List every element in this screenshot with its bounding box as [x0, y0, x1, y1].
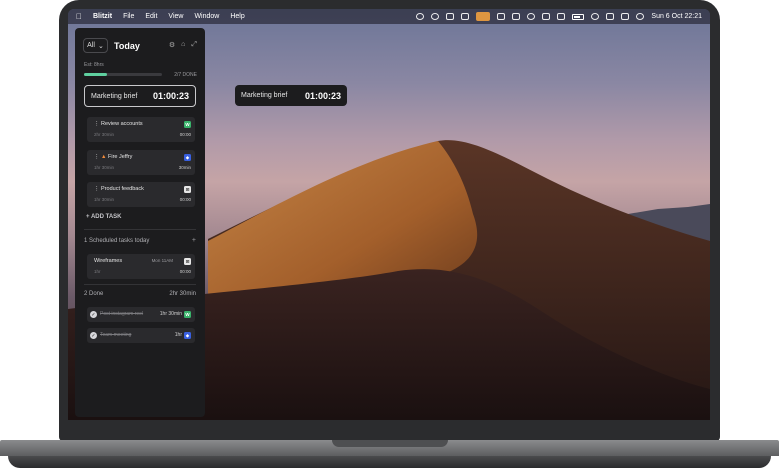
blitzit-panel: All ⌄ Today ⚙ ⌂ ⤢ Est: 8hrs 2/7 DONE Mar…: [75, 28, 205, 417]
clock-icon[interactable]: [446, 13, 455, 20]
settings-icon[interactable]: ⚙: [169, 41, 175, 49]
task-item[interactable]: ⋮ Review accounts W 2hr 30min 00:00: [87, 117, 195, 142]
panel-toolbar: ⚙ ⌂ ⤢: [169, 41, 197, 49]
task-name: Team meeting: [100, 332, 132, 338]
menubar-clock[interactable]: Sun 6 Oct 22:21: [651, 13, 702, 20]
gear-icon[interactable]: [431, 13, 440, 20]
done-header: 2 Done: [84, 291, 104, 297]
floating-timer[interactable]: Marketing brief 01:00:23: [235, 85, 347, 106]
battery-icon[interactable]: [572, 13, 585, 20]
task-duration: 30min: [178, 165, 191, 170]
task-app-icon: ◆: [184, 332, 191, 339]
menu-edit[interactable]: Edit: [145, 13, 157, 20]
floating-task-name: Marketing brief: [241, 92, 288, 99]
task-estimate: 1hr: [94, 269, 101, 274]
task-estimate: 2hr 30min: [94, 132, 115, 137]
current-task-card[interactable]: Marketing brief 01:00:23: [84, 85, 196, 107]
laptop-base: [0, 440, 779, 471]
menu-app-name[interactable]: Blitzit: [93, 13, 112, 20]
task-name: Post instagram reel: [100, 311, 144, 317]
app-icon[interactable]: [512, 13, 521, 20]
task-duration: 00:00: [179, 269, 191, 274]
done-task-item[interactable]: ✓ Team meeting 1hr ◆: [87, 328, 195, 343]
display-icon[interactable]: [542, 13, 551, 20]
laptop-notch: [332, 440, 448, 447]
scheduled-task-item[interactable]: Wireframes Mon 11AM ⊞ 1hr 00:00: [87, 254, 195, 279]
task-app-icon: W: [184, 311, 191, 318]
menu-bar:  Blitzit File Edit View Window Help: [68, 9, 710, 24]
task-estimate: 1hr 30min: [94, 197, 115, 202]
time-estimate: Est: 8hrs: [84, 62, 104, 68]
people-icon[interactable]: [497, 13, 506, 20]
home-icon[interactable]: ⌂: [181, 41, 185, 49]
task-app-icon: ⊞: [184, 186, 191, 193]
laptop-frame:  Blitzit File Edit View Window Help: [0, 0, 779, 471]
filter-dropdown[interactable]: All ⌄: [83, 38, 108, 53]
current-task-name: Marketing brief: [91, 92, 138, 100]
laptop-base-bottom: [8, 456, 771, 468]
menu-file[interactable]: File: [123, 13, 134, 20]
apple-menu-icon[interactable]: : [76, 12, 82, 21]
wifi-icon[interactable]: [591, 13, 600, 20]
progress-bar: [84, 73, 162, 76]
task-app-icon: W: [184, 121, 191, 128]
task-item[interactable]: ⋮ Product feedback ⊞ 1hr 30min 00:00: [87, 182, 195, 207]
scheduled-time: Mon 11AM: [151, 258, 173, 263]
blitzit-menubar-icon[interactable]: [476, 12, 491, 21]
chevron-down-icon: ⌄: [97, 42, 104, 50]
check-icon[interactable]: ✓: [90, 311, 97, 318]
volume-icon[interactable]: [557, 13, 566, 20]
task-duration: 1hr 30min: [159, 311, 182, 317]
control-center-icon[interactable]: [621, 13, 630, 20]
check-icon[interactable]: ✓: [90, 332, 97, 339]
filter-value: All: [87, 42, 95, 49]
desktop-screen:  Blitzit File Edit View Window Help: [68, 9, 710, 420]
add-scheduled-button[interactable]: +: [192, 237, 196, 244]
fire-icon: ▲: [101, 154, 107, 160]
siri-icon[interactable]: [636, 13, 645, 20]
search-icon[interactable]: [606, 13, 615, 20]
menu-view[interactable]: View: [168, 13, 183, 20]
task-name: ⋮ Review accounts: [94, 121, 143, 127]
panel-header: All ⌄ Today: [83, 38, 140, 53]
task-duration: 00:00: [179, 197, 191, 202]
done-task-item[interactable]: ✓ Post instagram reel 1hr 30min W: [87, 307, 195, 322]
record-icon[interactable]: [416, 13, 425, 20]
divider: [84, 284, 196, 285]
done-total: 2hr 30min: [169, 291, 196, 297]
camera-icon[interactable]: [461, 13, 470, 20]
progress-fill: [84, 73, 107, 76]
floating-task-timer: 01:00:23: [304, 90, 341, 101]
task-app-icon: ◆: [184, 154, 191, 161]
current-task-timer: 01:00:23: [152, 91, 189, 101]
nav-icon[interactable]: [527, 13, 536, 20]
task-estimate: 1hr 30min: [94, 165, 115, 170]
progress-label: 2/7 DONE: [174, 72, 197, 78]
scheduled-header: 1 Scheduled tasks today: [84, 238, 150, 244]
task-name: Wireframes: [94, 258, 123, 264]
task-name: ⋮ Product feedback: [94, 186, 144, 192]
task-item[interactable]: ⋮ ▲ Fire Jeffry ◆ 1hr 30min 30min: [87, 150, 195, 175]
panel-title: Today: [114, 40, 140, 51]
task-name: ⋮ ▲ Fire Jeffry: [94, 154, 133, 160]
collapse-icon[interactable]: ⤢: [191, 41, 197, 49]
divider: [84, 229, 196, 230]
task-duration: 1hr: [174, 332, 182, 338]
task-duration: 00:00: [179, 132, 191, 137]
menu-help[interactable]: Help: [230, 13, 244, 20]
menu-window[interactable]: Window: [194, 13, 219, 20]
task-app-icon: ⊞: [184, 258, 191, 265]
add-task-button[interactable]: + ADD TASK: [86, 214, 122, 220]
